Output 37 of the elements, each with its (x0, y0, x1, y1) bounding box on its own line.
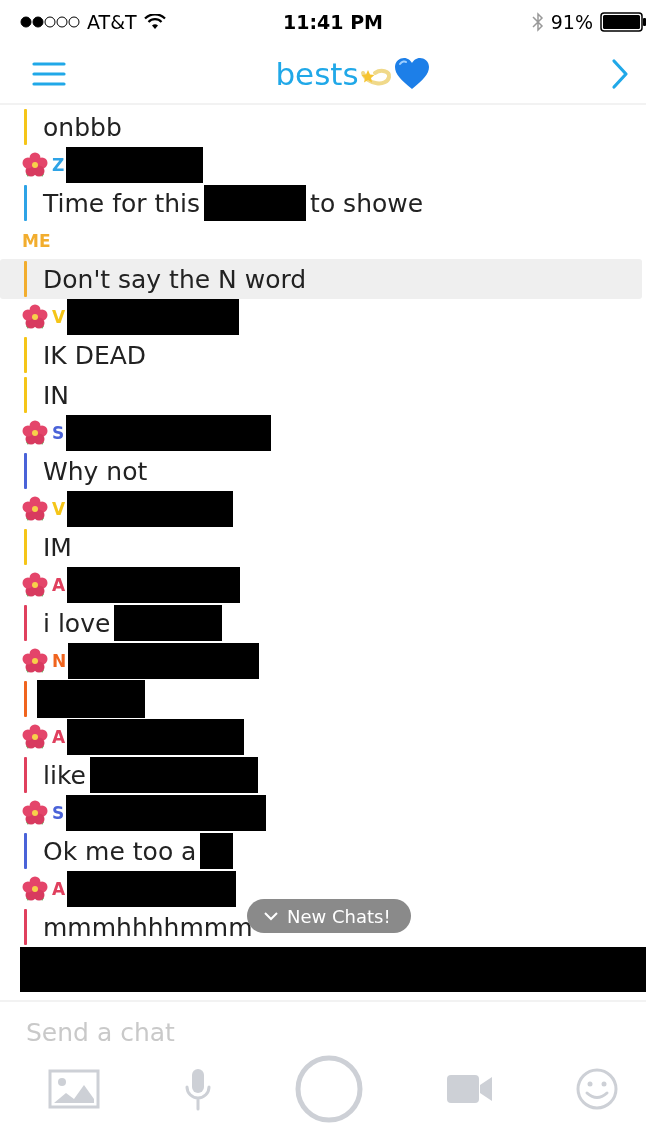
chevron-down-icon (263, 911, 279, 922)
sender-name: A (52, 727, 66, 748)
message-text: Why not (43, 456, 148, 486)
message-text: IM (43, 532, 72, 562)
image-icon[interactable] (48, 1068, 100, 1109)
wifi-icon (143, 14, 166, 31)
bluetooth-icon (531, 12, 544, 33)
video-camera-icon[interactable] (445, 1072, 494, 1105)
sender-name: V (52, 307, 66, 328)
forward-chevron-icon[interactable] (610, 57, 630, 90)
message-text: to showe (310, 188, 424, 218)
message-text: like (43, 760, 86, 790)
smiley-icon[interactable] (576, 1067, 618, 1110)
message-text: IK DEAD (43, 340, 147, 370)
carrier-label: AT&T (87, 11, 137, 34)
message-text: Ok me too a (43, 836, 197, 866)
clock-time: 11:41 PM (283, 11, 383, 34)
capture-button[interactable] (295, 1054, 363, 1123)
sender-name: V (52, 499, 66, 520)
sender-name: A (52, 575, 66, 596)
sender-name: A (52, 879, 66, 900)
sender-name: N (52, 651, 67, 672)
chat-title: bests (275, 55, 359, 92)
signal-icon (20, 16, 80, 29)
message-text: IN (43, 380, 70, 410)
battery-icon (600, 12, 646, 33)
message-text: i love (43, 608, 111, 638)
battery-percent: 91% (550, 11, 593, 34)
menu-icon[interactable] (32, 60, 66, 87)
heart-icon (392, 56, 431, 91)
sender-name: ME (22, 231, 51, 252)
sender-name: S (52, 803, 65, 824)
message-text: onbbb (43, 112, 122, 142)
message-text: Time for this (43, 188, 201, 218)
sender-name: S (52, 423, 65, 444)
sender-name: Z (52, 155, 65, 176)
message-text: Don't say the N word (43, 264, 307, 294)
